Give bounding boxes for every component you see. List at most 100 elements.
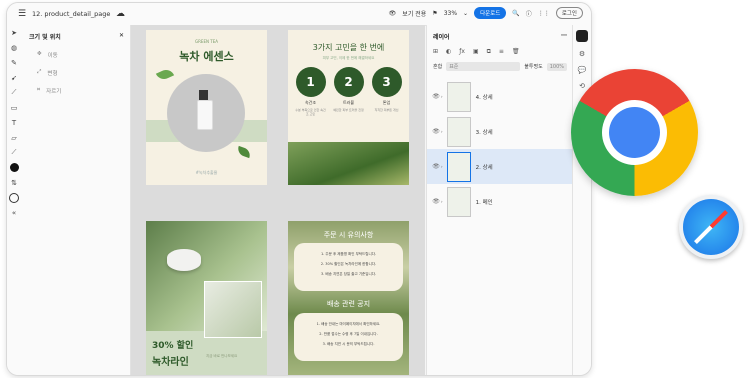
rectangle-tool-icon[interactable]: ▭ xyxy=(7,100,21,115)
opacity-field[interactable]: 100% xyxy=(546,62,567,71)
login-button[interactable]: 로그인 xyxy=(555,7,583,19)
eye-icon[interactable]: 👁 xyxy=(431,163,441,170)
close-icon[interactable]: ✕ xyxy=(119,32,124,41)
layer-toolbar: ⊞ ◐ ƒx ▣ ⧉ ≡ 🗑 xyxy=(427,48,573,60)
leaf-image-2 xyxy=(236,145,252,159)
layer-thumbnail xyxy=(446,116,471,147)
right-rail: ⚙ 💬 ⟲ xyxy=(572,25,591,375)
comment-icon[interactable]: 💬 xyxy=(573,66,591,74)
flag-icon[interactable]: ⚑ xyxy=(432,10,437,17)
pen-tool-icon[interactable]: ✎ xyxy=(7,55,21,70)
eye-icon[interactable]: 👁 xyxy=(431,128,441,135)
page-detail-4[interactable]: 주문 시 유의사항 1. 주문 후 제품명 확인 부탁드립니다. 2. 30% … xyxy=(288,221,409,375)
adjust-icon[interactable]: ⚙ xyxy=(573,50,591,58)
eye-icon: 👁 xyxy=(388,9,397,17)
chevron-down-icon[interactable]: ⌄ xyxy=(463,10,468,17)
properties-panel: 크기 및 위치 ✕ ✥ 이동 ⤢ 변형 ⌗ 자르기 xyxy=(21,25,131,375)
move-option[interactable]: ✥ 이동 xyxy=(21,46,130,64)
layer-thumbnail xyxy=(446,81,471,112)
canvas[interactable]: GREEN TEA 녹차 에센스 #녹차추출물 3가지 고민을 한 번에 피부 … xyxy=(131,25,425,375)
serum-photo xyxy=(204,281,262,338)
page-detail-3[interactable]: 30% 할인 녹차라인 지금 바로 만나보세요 xyxy=(146,221,267,375)
page2-sub: 피부 고민, 이제 한 번에 해결하세요 xyxy=(322,56,375,60)
blend-row: 혼합 표준 불투명도 100% xyxy=(427,60,573,79)
fx-icon[interactable]: ƒx xyxy=(459,48,465,56)
zoom-level[interactable]: 33% xyxy=(444,10,457,17)
safari-logo xyxy=(679,195,743,259)
promo-desc: 지금 바로 만나보세요 xyxy=(206,354,238,358)
panel-title: 크기 및 위치 xyxy=(29,34,61,41)
trash-icon[interactable]: 🗑 xyxy=(512,48,520,56)
page1-title: 녹차 에센스 xyxy=(179,50,234,63)
layer-row[interactable]: 👁 › 3. 상세 xyxy=(427,114,573,149)
help-icon[interactable]: ⓘ xyxy=(526,9,532,18)
page1-small: GREEN TEA xyxy=(195,39,218,44)
collapse-icon[interactable]: « xyxy=(7,205,21,220)
foreground-color-swatch[interactable] xyxy=(7,160,21,175)
background-color-swatch[interactable] xyxy=(7,190,21,205)
layers-title: 레이어 xyxy=(433,34,450,41)
mask-icon[interactable]: ▣ xyxy=(473,48,479,56)
steps: 1 속건조 수분 부족으로 인한 속건조 고민 2 트러블 예민한 피부 트러블… xyxy=(294,67,403,116)
transform-option[interactable]: ⤢ 변형 xyxy=(21,64,130,82)
tea-field-photo xyxy=(288,142,409,185)
fill-icon[interactable]: ◐ xyxy=(446,48,451,56)
text-tool-icon[interactable]: T xyxy=(7,115,21,130)
search-icon[interactable]: 🔍 xyxy=(512,10,519,17)
layer-row[interactable]: 👁 › 1. 메인 xyxy=(427,184,573,219)
sale-label: 30% 할인 xyxy=(152,341,194,351)
eye-icon[interactable]: 👁 xyxy=(431,93,441,100)
crop-icon: ⌗ xyxy=(37,87,41,93)
apps-icon[interactable]: ⋮⋮ xyxy=(538,10,550,17)
leaf-image xyxy=(155,67,175,82)
cream-jar xyxy=(167,249,201,271)
swap-colors-icon[interactable]: ⇅ xyxy=(7,175,21,190)
notice-heading-2: 배송 관련 공지 xyxy=(326,300,371,308)
clip-icon[interactable]: ⧉ xyxy=(487,48,491,56)
hamburger-icon[interactable]: ☰ xyxy=(15,7,29,21)
layer-row-selected[interactable]: 👁 › 2. 상세 xyxy=(427,149,573,184)
shape-tool-icon[interactable]: ▱ xyxy=(7,130,21,145)
eyedropper-icon[interactable]: ⟋ xyxy=(7,145,21,160)
dropper-bottle xyxy=(197,100,213,130)
page-detail-2[interactable]: 3가지 고민을 한 번에 피부 고민, 이제 한 번에 해결하세요 1 속건조 … xyxy=(288,30,409,185)
transform-icon: ⤢ xyxy=(37,69,42,75)
crop-option[interactable]: ⌗ 자르기 xyxy=(21,82,130,100)
move-icon: ✥ xyxy=(37,51,42,57)
top-bar: ☰ 12. product_detail_page ☁ 👁 보기 전용 ⚑ 33… xyxy=(7,3,591,26)
stack-icon[interactable]: ≡ xyxy=(499,48,504,56)
chrome-logo xyxy=(571,69,698,196)
chevron-right-icon[interactable]: › xyxy=(441,129,443,134)
layer-thumbnail xyxy=(446,151,471,182)
brush-tool-icon[interactable]: ◍ xyxy=(7,40,21,55)
more-icon[interactable]: ⋯ xyxy=(561,32,567,41)
app-window: ☰ 12. product_detail_page ☁ 👁 보기 전용 ⚑ 33… xyxy=(6,2,592,376)
chevron-right-icon[interactable]: › xyxy=(441,199,443,204)
notice-box-1: 1. 주문 후 제품명 확인 부탁드립니다. 2. 30% 할인은 녹차라인에 … xyxy=(294,243,403,291)
top-right-controls: 👁 보기 전용 ⚑ 33% ⌄ 다운로드 🔍 ⓘ ⋮⋮ 로그인 xyxy=(389,7,583,19)
pencil-tool-icon[interactable]: ⟋ xyxy=(7,85,21,100)
add-layer-icon[interactable]: ⊞ xyxy=(433,48,438,56)
eye-icon[interactable]: 👁 xyxy=(431,198,441,205)
layer-thumbnail xyxy=(446,186,471,217)
page2-title: 3가지 고민을 한 번에 xyxy=(312,43,385,52)
document-title: 12. product_detail_page xyxy=(32,10,111,18)
step-item: 2 트러블 예민한 피부 트러블 진정 xyxy=(332,67,365,116)
step-item: 1 속건조 수분 부족으로 인한 속건조 고민 xyxy=(294,67,327,116)
download-button[interactable]: 다운로드 xyxy=(474,7,507,19)
chevron-right-icon[interactable]: › xyxy=(441,94,443,99)
rocket-tool-icon[interactable]: ➹ xyxy=(7,70,21,85)
layer-row[interactable]: 👁 › 4. 상세 xyxy=(427,79,573,114)
cloud-icon: ☁ xyxy=(115,9,125,19)
view-only-label[interactable]: 보기 전용 xyxy=(402,9,426,18)
blend-select[interactable]: 표준 xyxy=(446,62,521,71)
notice-box-2: 1. 배송 안내는 마이페이지에서 확인하세요. 2. 반품 접수는 수령 후 … xyxy=(294,313,403,361)
layers-panel: 레이어 ⋯ ⊞ ◐ ƒx ▣ ⧉ ≡ 🗑 혼합 표준 불투명도 100% 👁 › 4… xyxy=(426,25,573,375)
notice-heading-1: 주문 시 유의사항 xyxy=(323,231,374,239)
chevron-right-icon[interactable]: › xyxy=(441,164,443,169)
step-item: 3 톤업 칙칙한 피부톤 개선 xyxy=(370,67,403,116)
layers-icon[interactable] xyxy=(576,30,588,42)
select-tool-icon[interactable]: ➤ xyxy=(7,25,21,40)
page1-tag: #녹차추출물 xyxy=(195,170,218,175)
page-main[interactable]: GREEN TEA 녹차 에센스 #녹차추출물 xyxy=(146,30,267,185)
